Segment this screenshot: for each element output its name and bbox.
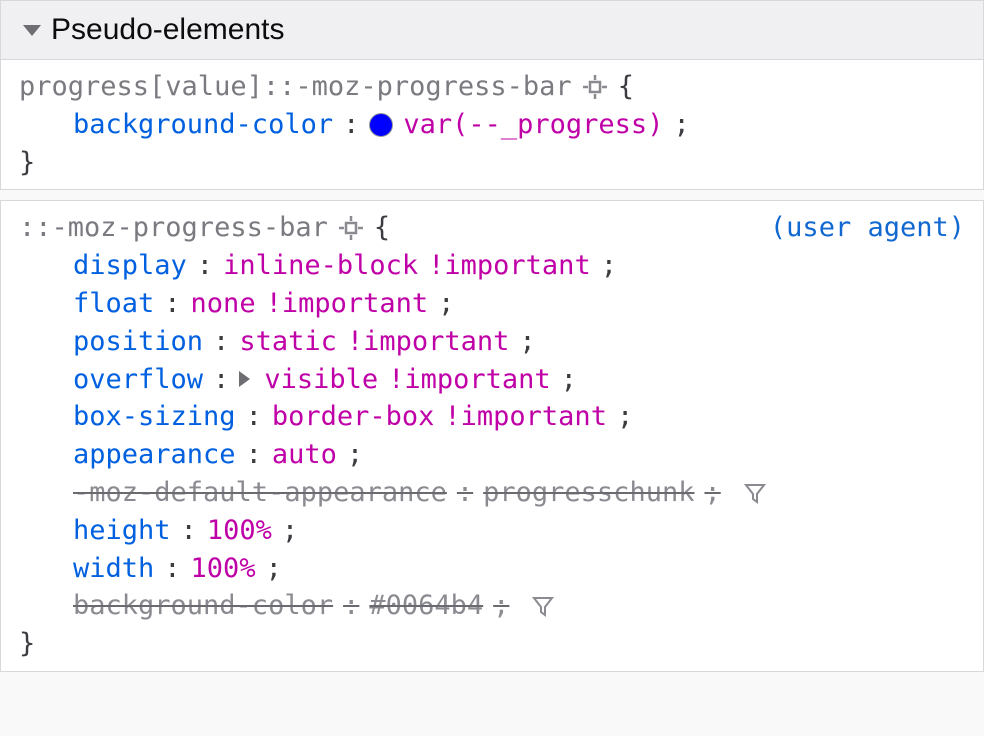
property-name: display (73, 247, 187, 285)
property-name: float (73, 285, 154, 323)
css-rule-author: progress[value]::-moz-progress-bar { bac… (0, 60, 984, 190)
declaration[interactable]: width: 100%; (73, 550, 965, 588)
property-name: appearance (73, 436, 236, 474)
pseudo-elements-header[interactable]: Pseudo-elements (0, 0, 984, 60)
important-flag: !important (347, 323, 510, 361)
important-flag: !important (266, 285, 429, 323)
important-flag: !important (388, 361, 551, 399)
close-brace: } (19, 625, 965, 663)
chevron-down-icon (23, 25, 41, 36)
property-name: overflow (73, 361, 203, 399)
select-element-icon[interactable] (338, 215, 364, 241)
semicolon: ; (493, 587, 509, 625)
semicolon: ; (601, 247, 617, 285)
declaration[interactable]: -moz-default-appearance: progresschunk; (73, 474, 965, 512)
declaration[interactable]: appearance: auto; (73, 436, 965, 474)
semicolon: ; (282, 512, 298, 550)
declarations: display: inline-block !important;float: … (19, 247, 965, 625)
colon: : (181, 512, 197, 550)
selector-line[interactable]: ::-moz-progress-bar { (user agent) (19, 209, 965, 247)
important-flag: !important (444, 398, 607, 436)
open-brace: { (618, 68, 634, 106)
stylesheet-source[interactable]: (user agent) (770, 209, 965, 247)
semicolon: ; (704, 474, 720, 512)
open-brace: { (374, 209, 390, 247)
filter-icon[interactable] (743, 481, 767, 505)
selector-text: ::-moz-progress-bar (19, 209, 328, 247)
property-value: auto (272, 436, 337, 474)
close-brace: } (19, 144, 965, 182)
declarations: background-color: var(--_progress); (19, 106, 965, 144)
colon: : (197, 247, 213, 285)
colon: : (213, 323, 229, 361)
semicolon: ; (673, 106, 689, 144)
declaration[interactable]: overflow: visible !important; (73, 361, 965, 399)
select-element-icon[interactable] (582, 74, 608, 100)
property-name: position (73, 323, 203, 361)
property-value: progresschunk (483, 474, 694, 512)
property-value: var(--_progress) (403, 106, 663, 144)
styles-panel: Pseudo-elements progress[value]::-moz-pr… (0, 0, 984, 672)
colon: : (457, 474, 473, 512)
declaration[interactable]: display: inline-block !important; (73, 247, 965, 285)
property-value: inline-block (223, 247, 418, 285)
colon: : (343, 106, 359, 144)
property-value: visible (264, 361, 378, 399)
property-value: static (239, 323, 337, 361)
property-name: width (73, 550, 154, 588)
property-name: -moz-default-appearance (73, 474, 447, 512)
colon: : (213, 361, 229, 399)
declaration[interactable]: background-color: var(--_progress); (73, 106, 965, 144)
semicolon: ; (561, 361, 577, 399)
property-name: box-sizing (73, 398, 236, 436)
expand-shorthand-icon[interactable] (239, 371, 250, 387)
colon: : (343, 587, 359, 625)
declaration[interactable]: background-color: #0064b4; (73, 587, 965, 625)
css-rule-user-agent: ::-moz-progress-bar { (user agent) displ… (0, 200, 984, 672)
semicolon: ; (617, 398, 633, 436)
colon: : (246, 436, 262, 474)
declaration[interactable]: height: 100%; (73, 512, 965, 550)
property-name: height (73, 512, 171, 550)
property-name: background-color (73, 106, 333, 144)
semicolon: ; (266, 550, 282, 588)
section-title: Pseudo-elements (51, 9, 284, 51)
important-flag: !important (428, 247, 591, 285)
property-value: none (191, 285, 256, 323)
selector-line[interactable]: progress[value]::-moz-progress-bar { (19, 68, 965, 106)
property-name: background-color (73, 587, 333, 625)
declaration[interactable]: float: none !important; (73, 285, 965, 323)
colon: : (246, 398, 262, 436)
colon: : (164, 550, 180, 588)
property-value: #0064b4 (369, 587, 483, 625)
selector-text: progress[value]::-moz-progress-bar (19, 68, 572, 106)
property-value: border-box (272, 398, 435, 436)
color-swatch[interactable] (369, 113, 393, 137)
colon: : (164, 285, 180, 323)
semicolon: ; (519, 323, 535, 361)
semicolon: ; (347, 436, 363, 474)
filter-icon[interactable] (531, 594, 555, 618)
declaration[interactable]: position: static !important; (73, 323, 965, 361)
declaration[interactable]: box-sizing: border-box !important; (73, 398, 965, 436)
property-value: 100% (191, 550, 256, 588)
semicolon: ; (438, 285, 454, 323)
property-value: 100% (207, 512, 272, 550)
